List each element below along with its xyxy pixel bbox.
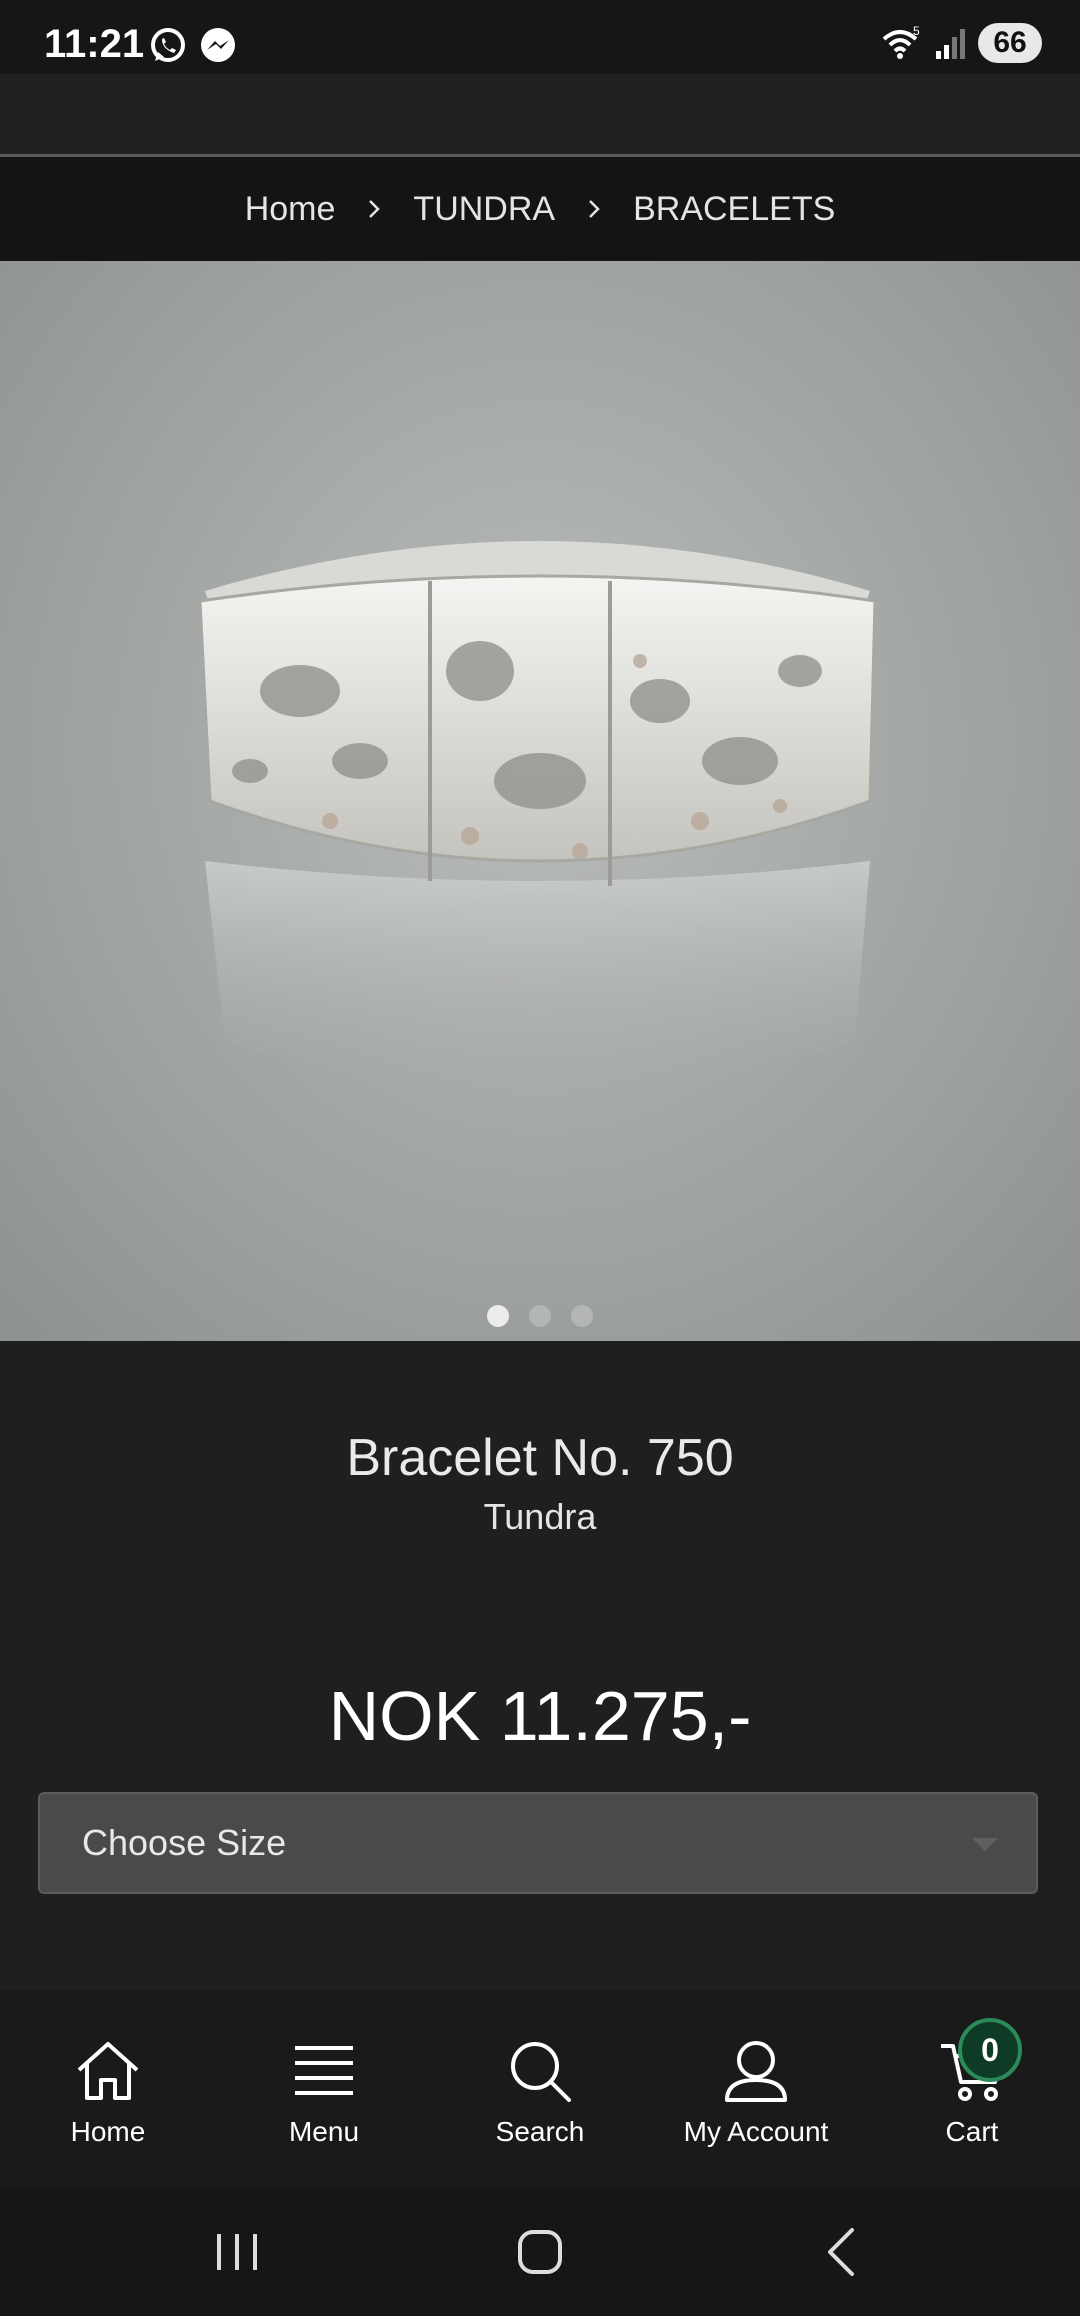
nav-cart-label: Cart — [945, 2116, 999, 2147]
status-time: 11:21 — [44, 22, 145, 66]
bottom-nav: Home Menu Search My Account Cart 0 — [0, 1990, 1080, 2188]
size-select-label: Choose Size — [82, 1822, 287, 1863]
nav-home[interactable]: Home — [0, 1990, 216, 2188]
chevron-down-icon — [972, 1838, 998, 1851]
home-icon — [77, 2042, 139, 2100]
nav-menu-label: Menu — [288, 2116, 360, 2147]
bracelet-image — [198, 541, 877, 1091]
nav-menu[interactable]: Menu — [216, 1990, 432, 2188]
recent-apps-icon[interactable] — [207, 2222, 267, 2282]
nav-cart[interactable]: Cart 0 — [864, 1990, 1080, 2188]
product-image-gallery[interactable] — [0, 261, 1080, 1341]
gallery-dot[interactable] — [571, 1305, 593, 1327]
product-title: Bracelet No. 750 — [346, 1429, 734, 1487]
nav-my-account[interactable]: My Account — [648, 1990, 864, 2188]
breadcrumb-tundra[interactable]: TUNDRA — [413, 190, 555, 229]
nav-search[interactable]: Search — [432, 1990, 648, 2188]
battery-indicator: 66 — [978, 23, 1042, 63]
cart-count-badge: 0 — [958, 2018, 1022, 2082]
menu-icon — [295, 2046, 353, 2095]
search-icon — [511, 2042, 571, 2102]
back-icon[interactable] — [812, 2222, 872, 2282]
gallery-dot[interactable] — [487, 1305, 509, 1327]
nav-search-label: Search — [495, 2116, 585, 2147]
status-right: 5 66 — [880, 18, 1042, 68]
nav-my-account-label: My Account — [683, 2116, 829, 2147]
chevron-right-icon — [369, 200, 381, 218]
messenger-icon — [201, 28, 235, 62]
chevron-right-icon — [589, 200, 600, 218]
product-price: NOK 11.275,- — [328, 1677, 752, 1755]
signal-icon — [936, 29, 965, 59]
svg-text:5: 5 — [913, 24, 920, 38]
breadcrumb-home[interactable]: Home — [245, 190, 336, 229]
gallery-pagination — [0, 1305, 1080, 1327]
size-select[interactable]: Choose Size — [38, 1792, 1038, 1894]
nav-home-label: Home — [70, 2116, 146, 2147]
status-bar: 11:21 5 66 — [0, 0, 1080, 74]
breadcrumb: Home TUNDRA BRACELETS — [0, 157, 1080, 261]
account-icon — [725, 2041, 787, 2102]
site-header — [0, 74, 1080, 157]
wifi-icon: 5 — [882, 24, 920, 59]
gallery-dot[interactable] — [529, 1305, 551, 1327]
system-nav-bar — [0, 2188, 1080, 2316]
whatsapp-icon — [151, 28, 185, 62]
product-collection[interactable]: Tundra — [0, 1496, 1080, 1538]
breadcrumb-bracelets[interactable]: BRACELETS — [633, 190, 835, 229]
home-button-icon[interactable] — [510, 2222, 570, 2282]
